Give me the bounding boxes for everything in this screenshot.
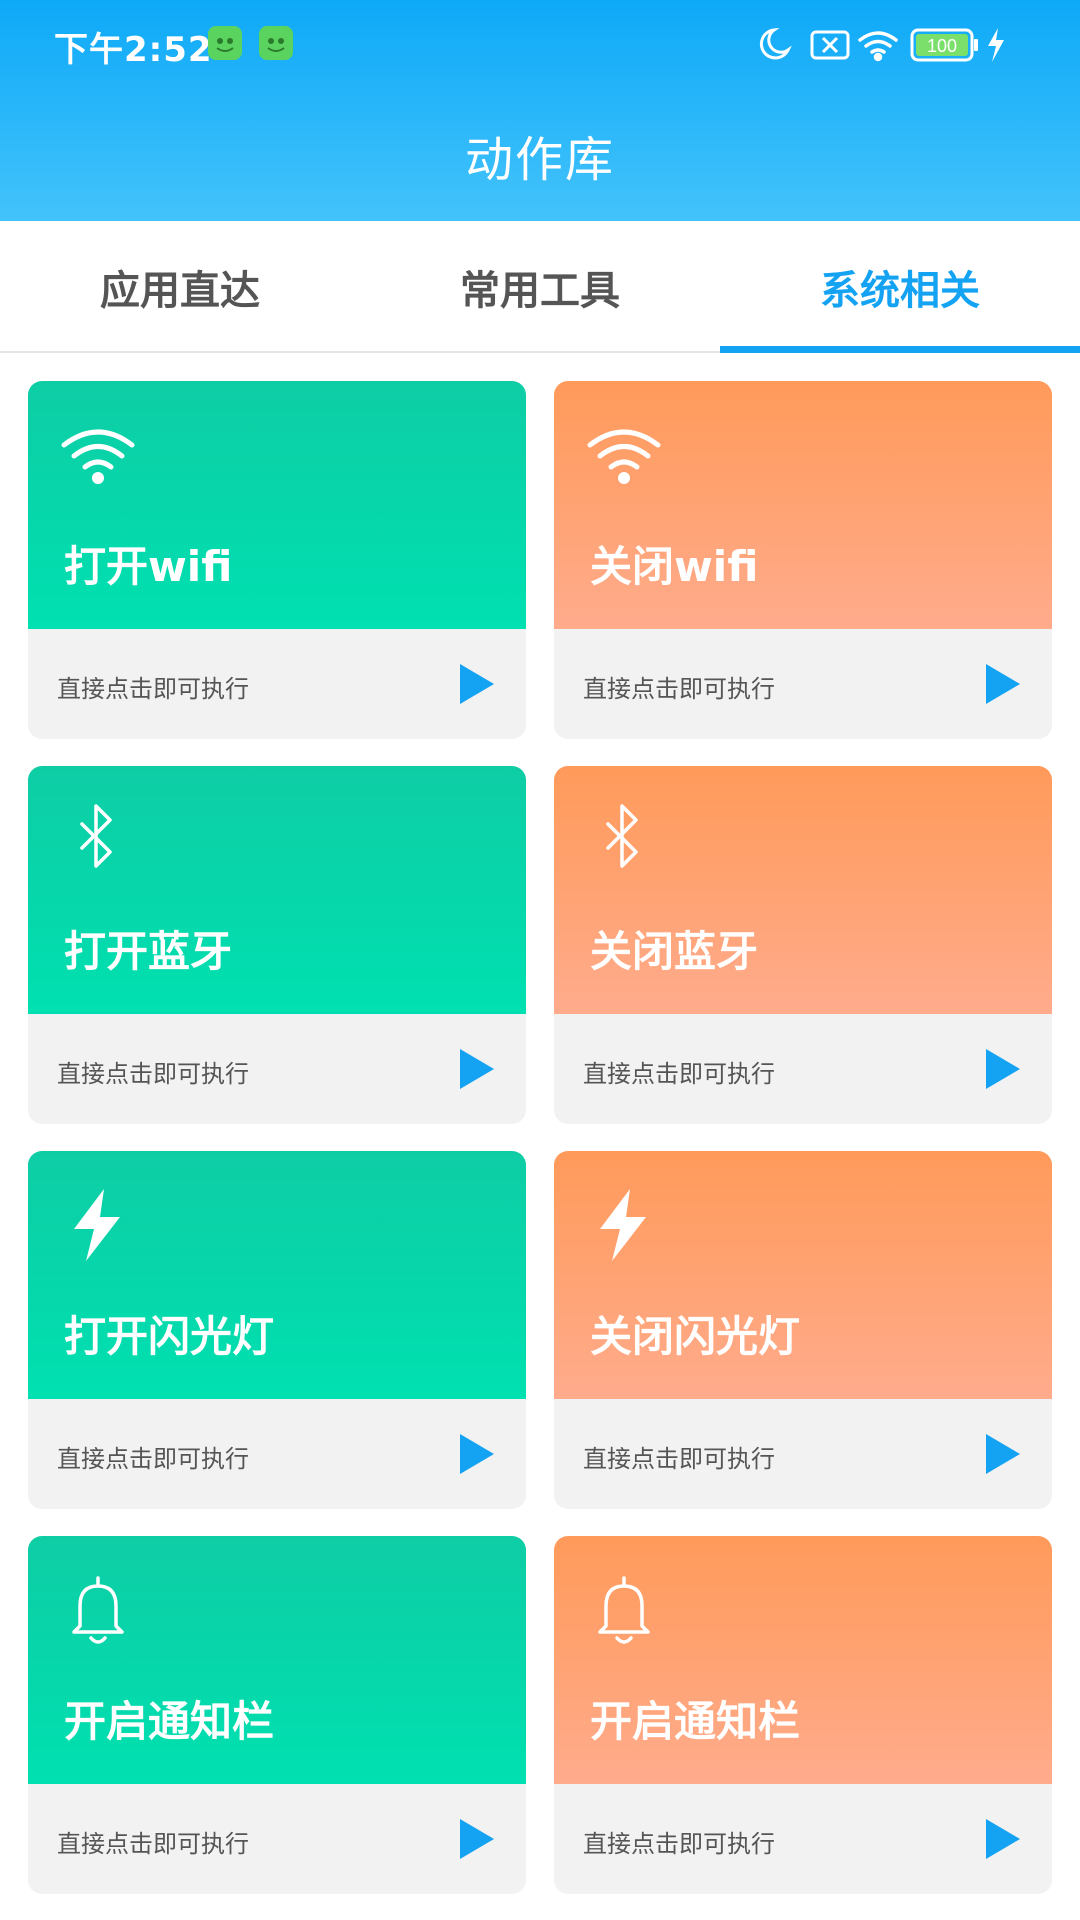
card-hint: 直接点击即可执行 xyxy=(583,1060,775,1088)
card-title: 开启通知栏 xyxy=(64,1697,275,1746)
action-card[interactable]: 打开wifi 直接点击即可执行 xyxy=(28,381,526,739)
app-notification-icon xyxy=(259,26,293,60)
svg-text:100: 100 xyxy=(927,36,957,56)
card-title: 关闭蓝牙 xyxy=(590,927,759,976)
wifi-icon xyxy=(587,429,661,484)
tab-bar: 应用直达 常用工具 系统相关 xyxy=(0,221,1080,353)
app-notification-icon xyxy=(208,26,242,60)
card-header: 开启通知栏 xyxy=(554,1536,1052,1784)
card-header: 打开蓝牙 xyxy=(28,766,526,1014)
card-hint: 直接点击即可执行 xyxy=(57,1830,249,1858)
status-bar: 下午2:52 100 xyxy=(0,0,1080,90)
action-card[interactable]: 开启通知栏 直接点击即可执行 xyxy=(28,1536,526,1894)
play-icon[interactable] xyxy=(458,662,496,706)
card-footer: 直接点击即可执行 xyxy=(28,629,526,739)
card-hint: 直接点击即可执行 xyxy=(57,1060,249,1088)
status-icons: 100 xyxy=(759,27,1004,62)
play-icon[interactable] xyxy=(458,1817,496,1861)
card-hint: 直接点击即可执行 xyxy=(57,675,249,703)
battery-icon: 100 xyxy=(910,28,978,62)
card-title: 打开蓝牙 xyxy=(64,927,233,976)
charging-icon xyxy=(988,28,1004,62)
card-header: 打开闪光灯 xyxy=(28,1151,526,1399)
action-card[interactable]: 打开蓝牙 直接点击即可执行 xyxy=(28,766,526,1124)
tab-app-shortcuts[interactable]: 应用直达 xyxy=(0,221,360,353)
card-header: 关闭wifi xyxy=(554,381,1052,629)
action-card[interactable]: 关闭蓝牙 直接点击即可执行 xyxy=(554,766,1052,1124)
card-header: 开启通知栏 xyxy=(28,1536,526,1784)
card-hint: 直接点击即可执行 xyxy=(583,1830,775,1858)
card-footer: 直接点击即可执行 xyxy=(28,1784,526,1894)
card-footer: 直接点击即可执行 xyxy=(28,1014,526,1124)
card-title: 打开wifi xyxy=(64,542,233,591)
card-header: 关闭蓝牙 xyxy=(554,766,1052,1014)
action-card[interactable]: 打开闪光灯 直接点击即可执行 xyxy=(28,1151,526,1509)
card-header: 关闭闪光灯 xyxy=(554,1151,1052,1399)
tab-common-tools[interactable]: 常用工具 xyxy=(360,221,720,353)
wifi-status-icon xyxy=(858,31,898,62)
play-icon[interactable] xyxy=(458,1047,496,1091)
flash-icon xyxy=(600,1189,646,1261)
tab-system[interactable]: 系统相关 xyxy=(720,221,1080,353)
card-hint: 直接点击即可执行 xyxy=(583,675,775,703)
play-icon[interactable] xyxy=(984,1817,1022,1861)
flash-icon xyxy=(74,1189,120,1261)
play-icon[interactable] xyxy=(984,662,1022,706)
bluetooth-icon xyxy=(80,804,112,868)
card-hint: 直接点击即可执行 xyxy=(57,1445,249,1473)
action-grid: 打开wifi 直接点击即可执行 关闭wifi 直接点击即可执行 打开蓝牙 直接点… xyxy=(0,353,1080,1920)
play-icon[interactable] xyxy=(984,1047,1022,1091)
active-tab-indicator xyxy=(720,346,1080,353)
card-hint: 直接点击即可执行 xyxy=(583,1445,775,1473)
card-title: 打开闪光灯 xyxy=(64,1312,275,1361)
play-icon[interactable] xyxy=(458,1432,496,1476)
bell-icon xyxy=(598,1576,650,1644)
card-header: 打开wifi xyxy=(28,381,526,629)
card-footer: 直接点击即可执行 xyxy=(28,1399,526,1509)
card-footer: 直接点击即可执行 xyxy=(554,1399,1052,1509)
page-title: 动作库 xyxy=(464,132,615,188)
card-footer: 直接点击即可执行 xyxy=(554,1014,1052,1124)
card-title: 开启通知栏 xyxy=(590,1697,801,1746)
action-card[interactable]: 关闭wifi 直接点击即可执行 xyxy=(554,381,1052,739)
play-icon[interactable] xyxy=(984,1432,1022,1476)
card-footer: 直接点击即可执行 xyxy=(554,1784,1052,1894)
card-title: 关闭闪光灯 xyxy=(590,1312,801,1361)
status-time: 下午2:52 xyxy=(54,30,213,70)
app-header: 下午2:52 100 动作库 xyxy=(0,0,1080,221)
no-sim-icon xyxy=(810,30,850,60)
card-title: 关闭wifi xyxy=(590,542,759,591)
bluetooth-icon xyxy=(606,804,638,868)
bell-icon xyxy=(72,1576,124,1644)
moon-icon xyxy=(759,27,792,60)
card-footer: 直接点击即可执行 xyxy=(554,629,1052,739)
action-card[interactable]: 开启通知栏 直接点击即可执行 xyxy=(554,1536,1052,1894)
action-card[interactable]: 关闭闪光灯 直接点击即可执行 xyxy=(554,1151,1052,1509)
wifi-icon xyxy=(61,429,135,484)
